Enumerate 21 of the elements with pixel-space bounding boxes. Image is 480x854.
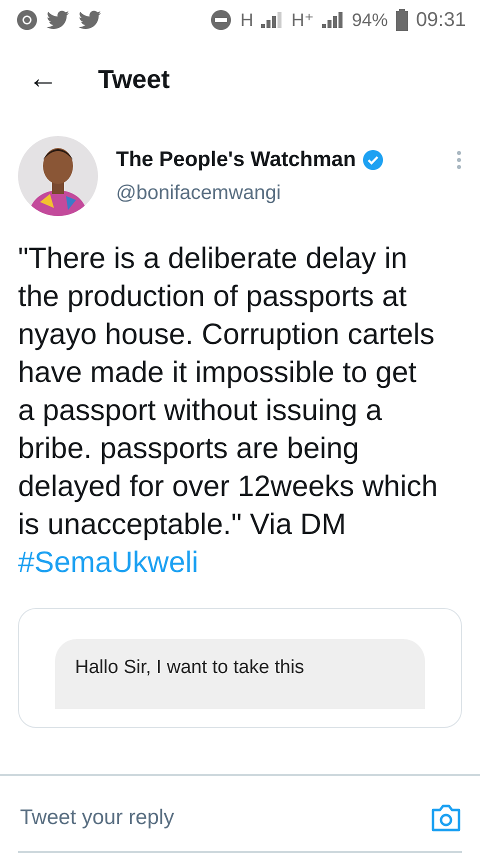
battery-percentage: 94% [352,10,388,30]
author-handle: @bonifacemwangi [116,182,282,205]
page-title: Tweet [98,64,170,94]
signal-icon [261,12,284,28]
back-button[interactable]: ← [28,64,58,94]
bird-icon [46,10,70,30]
message-text: Hallo Sir, I want to take this [75,657,304,678]
author-name: The People's Watchman [116,148,356,172]
network-type: H [240,10,254,30]
reply-field[interactable]: Tweet your reply [18,805,430,831]
signal-icon [322,12,344,28]
battery-icon [396,9,408,31]
network-type: H⁺ [291,10,314,30]
bird-icon [78,10,102,30]
clock: 09:31 [416,8,466,32]
browser-icon [16,9,38,31]
tweet-text: "There is a deliberate delay in the production of passports at nyayo house. Corruption cartels have made it impossible to get a passport without issuing a bribe. passports are being delayed for over 12weeks which is unacceptable." Via DM #SemaUkweli [17,241,439,581]
attachment-card[interactable]: Hallo Sir, I want to take this [18,608,462,728]
do-not-disturb-icon [210,9,232,31]
more-options-icon[interactable] [456,150,462,170]
camera-icon[interactable] [430,804,462,832]
